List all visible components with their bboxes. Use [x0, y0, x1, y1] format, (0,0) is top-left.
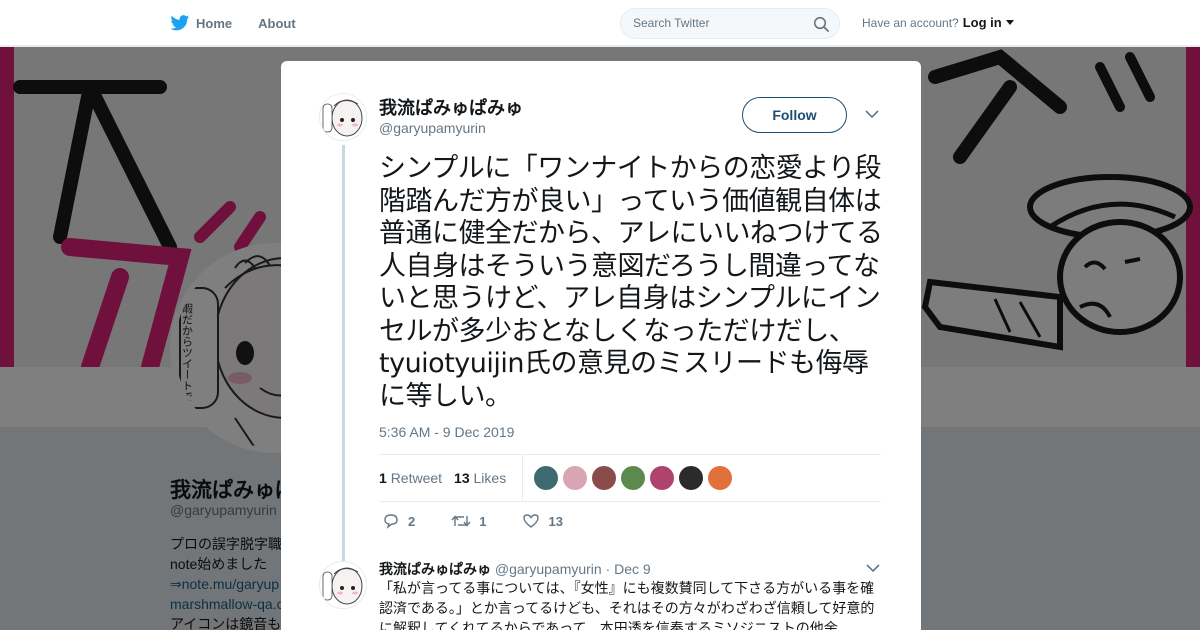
tweet-text: シンプルに「ワンナイトからの恋愛より段階踏んだ方が良い」っていう価値観自体は普通…	[379, 153, 883, 412]
retweet-icon	[451, 515, 471, 527]
liker-avatars	[534, 466, 733, 490]
liker-avatar[interactable]	[534, 466, 559, 490]
tweet-author-handle[interactable]: @garyupamyurin	[379, 120, 486, 136]
retweet-stat-label: Retweet	[390, 470, 443, 486]
retweet-stat-count: 1	[379, 470, 387, 486]
tweet-timestamp[interactable]: 5:36 AM - 9 Dec 2019	[379, 424, 514, 440]
reply-count: 2	[408, 513, 416, 529]
reply-meta[interactable]: @garyupamyurin · Dec 9	[495, 561, 651, 577]
like-stat[interactable]: 13 Likes	[454, 470, 506, 486]
like-action[interactable]: 13	[522, 513, 563, 529]
retweet-stat[interactable]: 1 Retweet	[379, 470, 442, 486]
liker-avatar[interactable]	[592, 466, 617, 490]
tweet-author-avatar[interactable]	[319, 93, 367, 141]
reply-author-name[interactable]: 我流ぱみゅぱみゅ	[379, 561, 491, 577]
chevron-down-icon[interactable]	[866, 563, 880, 573]
liker-avatar[interactable]	[708, 466, 733, 490]
search-icon[interactable]	[813, 16, 829, 32]
close-icon[interactable]	[1154, 12, 1178, 36]
follow-button[interactable]: Follow	[742, 97, 847, 133]
tweet-author-name[interactable]: 我流ぱみゅぱみゅ	[379, 94, 523, 120]
login-link[interactable]: Log in	[963, 15, 1002, 30]
reply-action[interactable]: 2	[382, 513, 415, 529]
liker-avatar[interactable]	[621, 466, 646, 490]
reply-header: 我流ぱみゅぱみゅ @garyupamyurin · Dec 9	[379, 559, 651, 579]
have-account-text: Have an account?	[862, 15, 959, 30]
nav-about-link[interactable]: About	[258, 16, 296, 31]
tweet-stats: 1 Retweet 13 Likes	[379, 454, 881, 502]
chevron-down-icon[interactable]	[1005, 19, 1014, 26]
nav-home-link[interactable]: Home	[170, 15, 232, 31]
home-label: Home	[196, 15, 233, 31]
top-navigation-bar: Home About Have an account? Log in	[0, 0, 1200, 46]
chevron-down-icon[interactable]	[865, 109, 879, 119]
stats-divider	[522, 455, 524, 501]
thread-connector-line	[342, 145, 345, 565]
liker-avatar[interactable]	[563, 466, 588, 490]
liker-avatar[interactable]	[679, 466, 704, 490]
tweet-modal: 我流ぱみゅぱみゅ @garyupamyurin Follow シンプルに「ワンナ…	[281, 61, 921, 630]
like-stat-count: 13	[454, 470, 470, 486]
like-count: 13	[548, 513, 563, 529]
avatar-illustration	[320, 94, 366, 140]
avatar-illustration	[320, 562, 366, 608]
about-label: About	[258, 15, 296, 31]
tweet-actions: 2 1 13	[382, 513, 563, 529]
like-stat-label: Likes	[473, 470, 507, 486]
reply-icon	[384, 514, 398, 529]
liker-avatar[interactable]	[650, 466, 675, 490]
account-area: Have an account? Log in	[862, 15, 1014, 30]
search-box[interactable]	[620, 8, 840, 39]
twitter-bird-icon	[170, 15, 190, 31]
nav-left: Home About	[170, 0, 296, 46]
reply-author-avatar[interactable]	[319, 561, 367, 609]
retweet-count: 1	[479, 513, 487, 529]
heart-icon	[523, 514, 540, 528]
retweet-action[interactable]: 1	[451, 513, 486, 529]
reply-text: 「私が言ってる事については、『女性』にも複数賛同して下さる方がいる事を確認済であ…	[379, 581, 875, 630]
search-input[interactable]	[633, 16, 803, 30]
